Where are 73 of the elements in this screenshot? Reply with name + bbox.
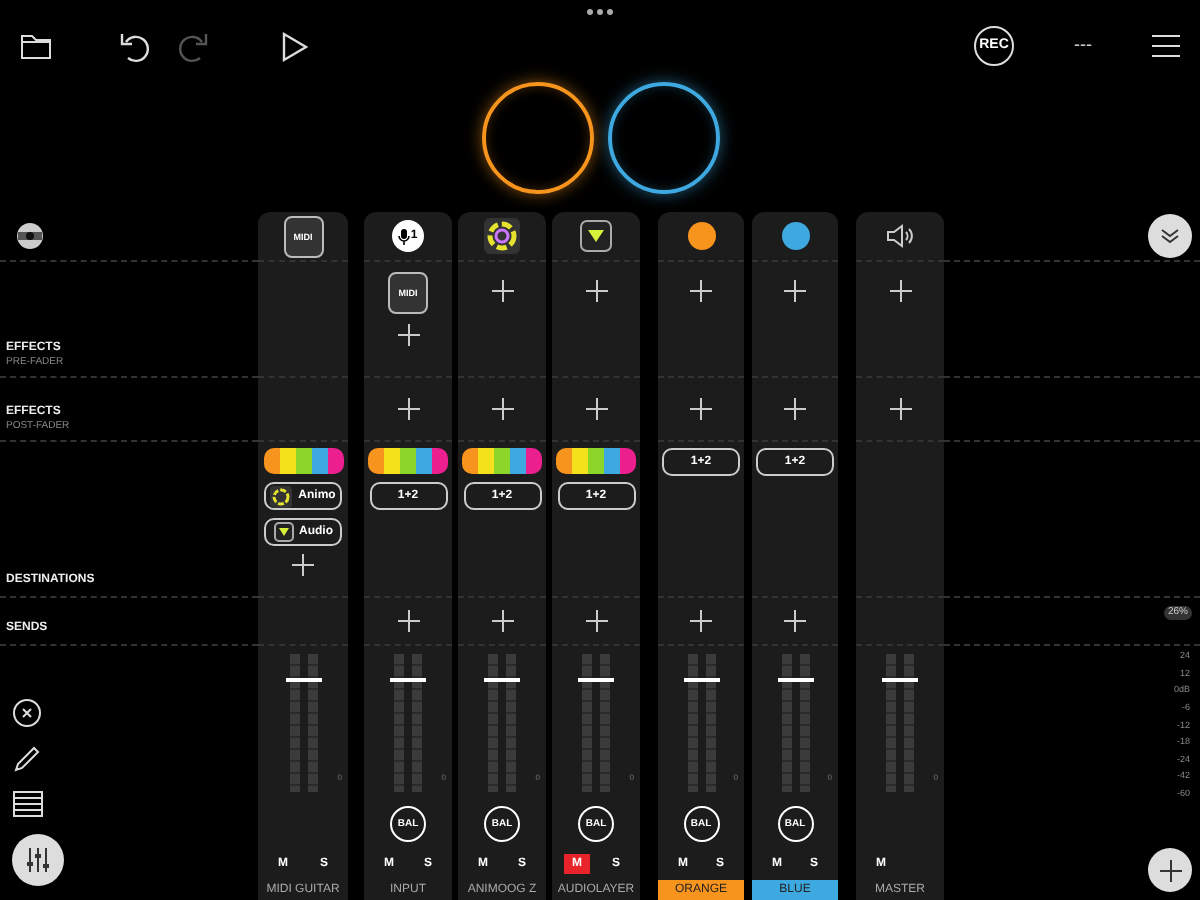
level-meter: [904, 654, 914, 792]
add-button[interactable]: [397, 610, 419, 632]
undo-button[interactable]: [118, 29, 150, 63]
disc-icon[interactable]: [16, 222, 44, 250]
fader-thumb[interactable]: [578, 677, 614, 682]
folder-button[interactable]: [20, 29, 52, 63]
fader-track[interactable]: [882, 654, 918, 792]
mixer-button[interactable]: [12, 834, 64, 886]
fader-track[interactable]: [390, 654, 426, 792]
level-meter: [781, 654, 791, 792]
add-button[interactable]: [889, 398, 911, 420]
list-button[interactable]: [12, 790, 44, 818]
add-button[interactable]: [690, 398, 712, 420]
level-meter: [886, 654, 896, 792]
add-button[interactable]: [491, 610, 513, 632]
sliders-icon[interactable]: [24, 846, 52, 874]
level-meter: [289, 654, 299, 792]
add-button[interactable]: [1148, 848, 1192, 892]
chevron-button[interactable]: [1148, 214, 1192, 258]
add-button[interactable]: [690, 610, 712, 632]
color-bar-drawing[interactable]: [368, 448, 448, 474]
add-button[interactable]: [585, 280, 607, 302]
fader-thumb[interactable]: [683, 677, 719, 682]
add-button[interactable]: [784, 610, 806, 632]
counter-label: ---: [1074, 32, 1092, 59]
level-meter: [488, 654, 498, 792]
add-button[interactable]: [397, 324, 419, 346]
fader-thumb[interactable]: [484, 677, 520, 682]
add-button[interactable]: [292, 554, 314, 576]
fader-track[interactable]: [683, 654, 719, 792]
add-button[interactable]: [784, 398, 806, 420]
color-bar-drawing[interactable]: [462, 448, 542, 474]
chevron-down-icon[interactable]: [1160, 228, 1180, 244]
fader-track[interactable]: [285, 654, 321, 792]
ring-app-icon: [270, 485, 293, 507]
speaker-icon: [886, 224, 914, 248]
play-button[interactable]: [278, 29, 310, 63]
level-meter: [799, 654, 809, 792]
color-bar-drawing[interactable]: [556, 448, 636, 474]
level-meter: [600, 654, 610, 792]
level-meter: [412, 654, 422, 792]
fader-thumb[interactable]: [777, 677, 813, 682]
color-bar-drawing[interactable]: [263, 448, 343, 474]
fader-track[interactable]: [578, 654, 614, 792]
close-button[interactable]: [12, 698, 42, 728]
add-button[interactable]: [585, 610, 607, 632]
menu-button[interactable]: [1152, 34, 1180, 58]
level-meter: [394, 654, 404, 792]
plus-icon[interactable]: [1159, 859, 1181, 881]
triangle-app-icon: [580, 220, 612, 252]
ring-drawing: [481, 82, 593, 194]
add-button[interactable]: [889, 280, 911, 302]
add-button[interactable]: [491, 280, 513, 302]
fader-track[interactable]: [484, 654, 520, 792]
level-meter: [582, 654, 592, 792]
fader-thumb[interactable]: [285, 677, 321, 682]
edit-button[interactable]: [12, 744, 42, 774]
ring-drawing: [607, 82, 719, 194]
ring-app-icon: [484, 218, 520, 254]
fader-thumb[interactable]: [390, 677, 426, 682]
level-meter: [307, 654, 317, 792]
fader-thumb[interactable]: [882, 677, 918, 682]
add-button[interactable]: [784, 280, 806, 302]
level-meter: [687, 654, 697, 792]
add-button[interactable]: [690, 280, 712, 302]
level-meter: [506, 654, 516, 792]
add-button[interactable]: [585, 398, 607, 420]
add-button[interactable]: [491, 398, 513, 420]
fader-track[interactable]: [777, 654, 813, 792]
add-button[interactable]: [397, 398, 419, 420]
level-meter: [705, 654, 715, 792]
more-icon[interactable]: [586, 8, 614, 16]
triangle-app-icon: [273, 522, 293, 542]
